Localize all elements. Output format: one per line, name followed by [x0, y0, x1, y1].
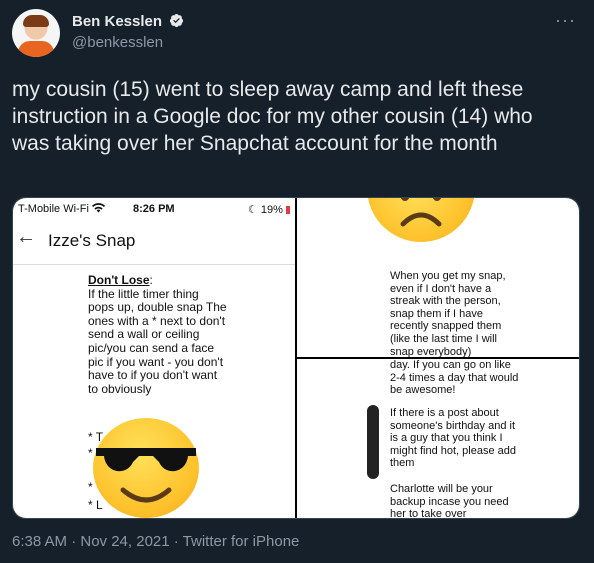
angry-emoji-icon: [367, 198, 475, 242]
author-handle[interactable]: @benkesslen: [72, 34, 163, 51]
doc-app-bar: ← Izze's Snap: [13, 220, 295, 265]
carrier-label: T-Mobile Wi-Fi: [18, 203, 105, 215]
carrier-text: T-Mobile Wi-Fi: [18, 203, 92, 215]
tweet-timestamp[interactable]: 6:38 AM · Nov 24, 2021 · Twitter for iPh…: [12, 533, 299, 550]
verified-badge-icon: [170, 13, 184, 28]
tweet-media[interactable]: T-Mobile Wi-Fi 8:26 PM ☾ 19% ← Izze's Sn…: [12, 197, 580, 519]
doc-content: Don't Lose: If the little timer thing po…: [88, 273, 228, 396]
doc-bullet: *: [88, 446, 93, 460]
doc-paragraph: day. If you can go on like 2-4 times a d…: [390, 359, 519, 397]
screenshot-right-top[interactable]: When you get my snap, even if I don't ha…: [297, 198, 579, 357]
screenshot-left[interactable]: T-Mobile Wi-Fi 8:26 PM ☾ 19% ← Izze's Sn…: [13, 198, 295, 518]
more-options-icon[interactable]: ···: [555, 10, 576, 31]
author-name-row[interactable]: Ben Kesslen: [72, 13, 184, 30]
doc-body: If the little timer thing pops up, doubl…: [88, 286, 227, 396]
phone-time: 8:26 PM: [133, 203, 175, 215]
doc-paragraph: Charlotte will be your backup incase you…: [390, 483, 509, 518]
doc-heading: Don't Lose: [88, 273, 150, 287]
screenshot-right-bottom[interactable]: day. If you can go on like 2-4 times a d…: [297, 359, 579, 518]
wifi-icon: [91, 203, 105, 213]
redaction-bar: [367, 405, 379, 479]
battery-percent: 19%: [260, 204, 283, 216]
back-arrow-icon[interactable]: ←: [16, 226, 36, 249]
tweet-text: my cousin (15) went to sleep away camp a…: [12, 78, 533, 155]
sunglasses-emoji-icon: [93, 418, 199, 518]
battery-icon: [286, 206, 290, 214]
moon-icon: ☾: [247, 204, 258, 216]
doc-bullet: *: [88, 480, 93, 494]
doc-heading-colon: :: [149, 273, 153, 287]
doc-title: Izze's Snap: [48, 231, 136, 250]
doc-paragraph: When you get my snap, even if I don't ha…: [390, 270, 506, 357]
author-avatar[interactable]: [12, 9, 60, 57]
author-name[interactable]: Ben Kesslen: [72, 13, 162, 30]
doc-paragraph: If there is a post about someone's birth…: [390, 407, 516, 470]
battery-indicator: ☾ 19%: [248, 203, 290, 216]
avatar-shirt: [18, 41, 54, 57]
avatar-hair: [23, 15, 49, 27]
